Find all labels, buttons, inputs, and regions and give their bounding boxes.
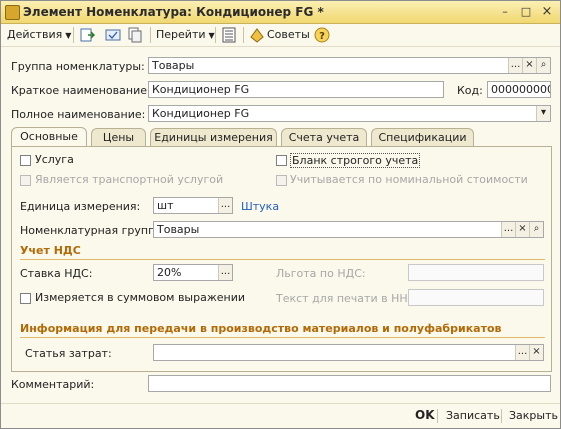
app-icon: [5, 5, 20, 20]
code-value: 00000000014: [491, 83, 550, 96]
comment-field[interactable]: [148, 375, 551, 392]
unit-value: шт: [157, 199, 174, 212]
search-icon[interactable]: ⌕: [536, 58, 550, 73]
button-divider: [501, 409, 502, 423]
production-divider: [20, 337, 545, 338]
select-button[interactable]: ...: [515, 345, 529, 360]
toolbar-divider: [243, 27, 244, 43]
advice-button[interactable]: Советы: [267, 27, 310, 43]
close-button[interactable]: Закрыть: [509, 409, 558, 422]
title-bar: Элемент Номенклатура: Кондиционер FG * –…: [1, 1, 560, 24]
cost-item-label: Статья затрат:: [25, 347, 112, 360]
search-icon[interactable]: ⌕: [529, 222, 543, 237]
nom-group-value: Товары: [157, 223, 200, 236]
tab-main[interactable]: Основные: [11, 127, 87, 146]
vat-section-title: Учет НДС: [20, 244, 81, 257]
advice-icon: [250, 28, 264, 43]
cost-item-field[interactable]: ... ×: [153, 344, 544, 361]
sum-label: Измеряется в суммовом выражении: [35, 291, 246, 304]
short-name-label: Краткое наименование:: [11, 84, 151, 97]
tab-accounts[interactable]: Счета учета: [281, 128, 367, 146]
select-button[interactable]: ...: [508, 58, 522, 73]
strict-form-checkbox[interactable]: [276, 155, 287, 166]
chevron-down-icon[interactable]: ▾: [536, 106, 550, 121]
nominal-label: Учитывается по номинальной стоимости: [290, 173, 528, 186]
tab-panel-main: Услуга Бланк строгого учета Является тра…: [11, 146, 552, 372]
short-name-value: Кондиционер FG: [152, 83, 250, 96]
tab-specifications[interactable]: Спецификации: [371, 128, 474, 146]
full-name-label: Полное наименование:: [11, 108, 146, 121]
toolbar-divider: [73, 27, 74, 43]
tab-prices[interactable]: Цены: [91, 128, 146, 146]
save-and-close-icon[interactable]: [79, 27, 95, 43]
transport-checkbox: [20, 175, 31, 186]
minimize-icon[interactable]: –: [498, 5, 512, 18]
vat-rate-field[interactable]: 20% ...: [153, 264, 233, 281]
save-button[interactable]: Записать: [446, 409, 500, 422]
comment-label: Комментарий:: [11, 378, 95, 391]
vat-benefit-label: Льгота по НДС:: [276, 267, 366, 280]
transport-label: Является транспортной услугой: [35, 173, 224, 186]
close-icon[interactable]: ×: [540, 5, 554, 18]
toolbar: Действия ▼ Перейти ▼ Советы ?: [1, 24, 560, 47]
help-icon[interactable]: ?: [314, 27, 330, 43]
maximize-icon[interactable]: □: [519, 5, 533, 18]
chevron-down-icon: ▼: [65, 31, 72, 40]
group-label: Группа номенклатуры:: [11, 60, 145, 73]
actions-label: Действия: [7, 28, 63, 41]
nom-group-field[interactable]: Товары ... × ⌕: [153, 221, 544, 238]
strict-form-label: Бланк строгого учета: [290, 153, 421, 168]
select-button[interactable]: ...: [218, 198, 232, 213]
print-text-label: Текст для печати в НН:: [276, 292, 412, 305]
svg-text:?: ?: [319, 31, 325, 42]
unit-field[interactable]: шт ...: [153, 197, 233, 214]
tab-units[interactable]: Единицы измерения: [150, 128, 277, 146]
unit-link[interactable]: Штука: [241, 200, 279, 213]
select-button[interactable]: ...: [218, 265, 232, 280]
sum-checkbox[interactable]: [20, 293, 31, 304]
open-form-icon[interactable]: [105, 27, 121, 43]
chevron-down-icon: ▼: [208, 31, 215, 40]
code-label: Код:: [457, 84, 483, 97]
goto-label: Перейти: [156, 28, 206, 41]
short-name-field[interactable]: Кондиционер FG: [148, 81, 444, 98]
ok-button[interactable]: OK: [415, 408, 435, 422]
window-title: Элемент Номенклатура: Кондиционер FG *: [23, 5, 324, 19]
structure-icon[interactable]: [221, 27, 237, 43]
service-checkbox[interactable]: [20, 155, 31, 166]
button-bar: OK Записать Закрыть: [1, 403, 560, 428]
vat-rate-value: 20%: [157, 266, 182, 279]
select-button[interactable]: ...: [501, 222, 515, 237]
service-label: Услуга: [35, 153, 74, 166]
full-name-field[interactable]: Кондиционер FG ▾: [148, 105, 551, 122]
clear-icon[interactable]: ×: [522, 58, 536, 73]
production-section-title: Информация для передачи в производство м…: [20, 322, 502, 335]
form-window: Элемент Номенклатура: Кондиционер FG * –…: [0, 0, 561, 429]
vat-divider: [20, 259, 545, 260]
group-field[interactable]: Товары ... × ⌕: [148, 57, 551, 74]
toolbar-divider: [215, 27, 216, 43]
actions-menu[interactable]: Действия ▼: [7, 27, 71, 43]
copy-document-icon[interactable]: [127, 27, 143, 43]
toolbar-divider: [150, 27, 151, 43]
clear-icon[interactable]: ×: [515, 222, 529, 237]
code-field[interactable]: 00000000014: [487, 81, 551, 98]
nominal-checkbox: [276, 175, 287, 186]
vat-rate-label: Ставка НДС:: [20, 267, 93, 280]
print-text-field: [408, 289, 544, 306]
nom-group-label: Номенклатурная группа:: [20, 224, 166, 237]
full-name-value: Кондиционер FG: [152, 107, 250, 120]
button-divider: [437, 409, 438, 423]
clear-icon[interactable]: ×: [529, 345, 543, 360]
vat-benefit-field: [408, 264, 544, 281]
unit-label: Единица измерения:: [20, 200, 141, 213]
group-value: Товары: [152, 59, 195, 72]
goto-menu[interactable]: Перейти ▼: [156, 27, 215, 43]
